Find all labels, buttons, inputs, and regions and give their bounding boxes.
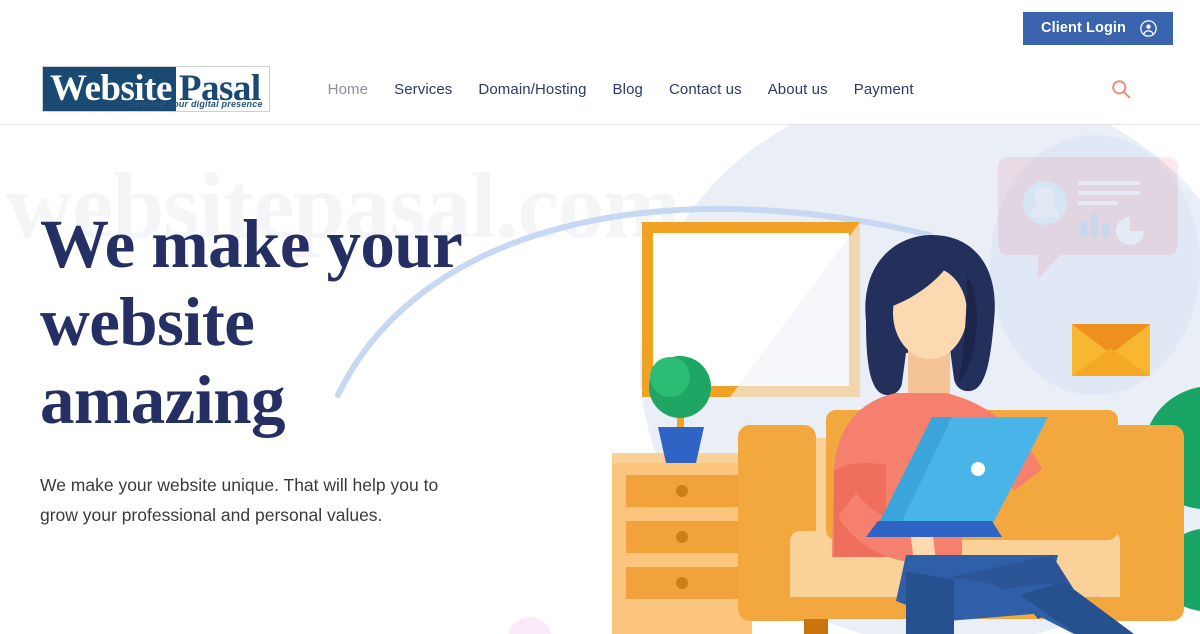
facebook-icon[interactable] xyxy=(36,15,56,35)
nav-item-payment[interactable]: Payment xyxy=(854,81,914,98)
envelope-icon xyxy=(1072,324,1150,376)
potted-plant xyxy=(649,356,711,463)
hero-text-block: We make your website amazing We make you… xyxy=(40,205,560,530)
nav-item-domain-hosting[interactable]: Domain/Hosting xyxy=(478,81,586,98)
client-login-wrapper: Client Login xyxy=(1020,9,1176,48)
logo-tagline: Develop your digital presence xyxy=(128,99,263,109)
nav-item-home[interactable]: Home xyxy=(328,81,368,98)
top-bar: Client Login xyxy=(0,0,1200,54)
hero-paragraph: We make your website unique. That will h… xyxy=(40,475,439,525)
nav-item-about-us[interactable]: About us xyxy=(768,81,828,98)
logo-right-block: Pasal Develop your digital presence xyxy=(129,67,269,111)
speech-bubble-decoration xyxy=(998,157,1178,279)
page-title: We make your website amazing xyxy=(40,205,560,439)
instagram-icon[interactable] xyxy=(171,15,191,35)
client-login-label: Client Login xyxy=(1041,20,1126,37)
hero-section: websitepasal.com We make your website am… xyxy=(0,125,1200,634)
dresser xyxy=(612,453,752,634)
hero-title-line-2: website xyxy=(40,284,255,360)
woman-working-on-laptop-illustration xyxy=(590,125,1200,634)
site-logo[interactable]: Website Pasal Develop your digital prese… xyxy=(42,66,270,112)
main-navigation: Home Services Domain/Hosting Blog Contac… xyxy=(328,81,914,98)
search-icon[interactable] xyxy=(1104,72,1138,106)
nav-item-blog[interactable]: Blog xyxy=(613,81,643,98)
linkedin-icon[interactable] xyxy=(126,15,146,35)
user-circle-icon xyxy=(1140,20,1157,37)
pink-circle-decoration xyxy=(508,617,552,634)
hero-title-line-3: amazing xyxy=(40,362,286,438)
hero-title-line-1: We make your xyxy=(40,206,463,282)
twitter-icon[interactable] xyxy=(81,15,101,35)
nav-item-services[interactable]: Services xyxy=(394,81,452,98)
site-header: Website Pasal Develop your digital prese… xyxy=(0,54,1200,125)
nav-item-contact-us[interactable]: Contact us xyxy=(669,81,742,98)
social-links xyxy=(36,15,191,35)
client-login-button[interactable]: Client Login xyxy=(1020,9,1176,48)
